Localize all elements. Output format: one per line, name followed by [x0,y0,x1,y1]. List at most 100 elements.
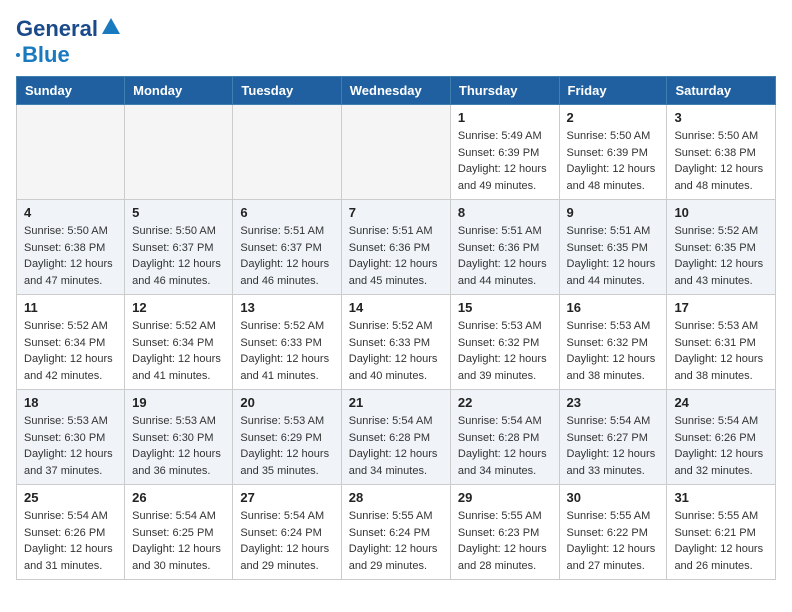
day-number: 30 [567,490,660,505]
day-number: 8 [458,205,552,220]
logo-blue: Blue [22,42,70,68]
logo: General Blue [16,16,120,68]
day-info: Sunrise: 5:55 AM Sunset: 6:21 PM Dayligh… [674,508,768,574]
day-header-monday: Monday [125,77,233,105]
day-info: Sunrise: 5:51 AM Sunset: 6:37 PM Dayligh… [240,223,333,289]
day-header-thursday: Thursday [450,77,559,105]
calendar-cell: 1 Sunrise: 5:49 AM Sunset: 6:39 PM Daylig… [450,105,559,200]
calendar-week-4: 18Sunrise: 5:53 AM Sunset: 6:30 PM Dayli… [17,390,776,485]
day-info: Sunrise: 5:49 AM Sunset: 6:39 PM Dayligh… [458,128,552,194]
day-info: Sunrise: 5:55 AM Sunset: 6:23 PM Dayligh… [458,508,552,574]
calendar-cell [125,105,233,200]
calendar-cell [233,105,341,200]
day-header-tuesday: Tuesday [233,77,341,105]
day-number: 12 [132,300,225,315]
day-info: Sunrise: 5:51 AM Sunset: 6:36 PM Dayligh… [349,223,443,289]
day-number: 6 [240,205,333,220]
day-number: 29 [458,490,552,505]
calendar-cell: 18Sunrise: 5:53 AM Sunset: 6:30 PM Dayli… [17,390,125,485]
calendar-cell: 22 Sunrise: 5:54 AM Sunset: 6:28 PM Dayli… [450,390,559,485]
calendar-cell: 23 Sunrise: 5:54 AM Sunset: 6:27 PM Dayli… [559,390,667,485]
calendar-cell: 27Sunrise: 5:54 AM Sunset: 6:24 PM Dayli… [233,485,341,580]
calendar-cell: 6 Sunrise: 5:51 AM Sunset: 6:37 PM Daylig… [233,200,341,295]
calendar-week-2: 4 Sunrise: 5:50 AM Sunset: 6:38 PM Daylig… [17,200,776,295]
calendar-header-row: SundayMondayTuesdayWednesdayThursdayFrid… [17,77,776,105]
day-number: 23 [567,395,660,410]
day-info: Sunrise: 5:53 AM Sunset: 6:30 PM Dayligh… [24,413,117,479]
day-number: 15 [458,300,552,315]
day-number: 20 [240,395,333,410]
day-number: 3 [674,110,768,125]
day-number: 22 [458,395,552,410]
day-info: Sunrise: 5:55 AM Sunset: 6:24 PM Dayligh… [349,508,443,574]
calendar-cell: 16 Sunrise: 5:53 AM Sunset: 6:32 PM Dayli… [559,295,667,390]
calendar-cell: 31 Sunrise: 5:55 AM Sunset: 6:21 PM Dayli… [667,485,776,580]
logo-general: General [16,16,98,42]
day-info: Sunrise: 5:54 AM Sunset: 6:25 PM Dayligh… [132,508,225,574]
day-number: 24 [674,395,768,410]
day-info: Sunrise: 5:51 AM Sunset: 6:35 PM Dayligh… [567,223,660,289]
day-info: Sunrise: 5:50 AM Sunset: 6:39 PM Dayligh… [567,128,660,194]
day-number: 28 [349,490,443,505]
day-info: Sunrise: 5:50 AM Sunset: 6:38 PM Dayligh… [674,128,768,194]
calendar-cell: 3 Sunrise: 5:50 AM Sunset: 6:38 PM Daylig… [667,105,776,200]
calendar-cell: 24Sunrise: 5:54 AM Sunset: 6:26 PM Dayli… [667,390,776,485]
day-info: Sunrise: 5:50 AM Sunset: 6:37 PM Dayligh… [132,223,225,289]
day-number: 16 [567,300,660,315]
day-header-friday: Friday [559,77,667,105]
day-number: 1 [458,110,552,125]
day-info: Sunrise: 5:52 AM Sunset: 6:35 PM Dayligh… [674,223,768,289]
calendar-week-1: 1 Sunrise: 5:49 AM Sunset: 6:39 PM Daylig… [17,105,776,200]
calendar-cell: 9Sunrise: 5:51 AM Sunset: 6:35 PM Daylig… [559,200,667,295]
calendar-cell: 2 Sunrise: 5:50 AM Sunset: 6:39 PM Daylig… [559,105,667,200]
day-info: Sunrise: 5:52 AM Sunset: 6:33 PM Dayligh… [240,318,333,384]
day-info: Sunrise: 5:53 AM Sunset: 6:32 PM Dayligh… [567,318,660,384]
calendar-cell: 25Sunrise: 5:54 AM Sunset: 6:26 PM Dayli… [17,485,125,580]
day-info: Sunrise: 5:52 AM Sunset: 6:33 PM Dayligh… [349,318,443,384]
calendar-cell: 19Sunrise: 5:53 AM Sunset: 6:30 PM Dayli… [125,390,233,485]
day-number: 7 [349,205,443,220]
day-number: 17 [674,300,768,315]
day-number: 14 [349,300,443,315]
calendar-cell: 26 Sunrise: 5:54 AM Sunset: 6:25 PM Dayli… [125,485,233,580]
day-number: 21 [349,395,443,410]
calendar-cell: 11Sunrise: 5:52 AM Sunset: 6:34 PM Dayli… [17,295,125,390]
calendar-cell: 17 Sunrise: 5:53 AM Sunset: 6:31 PM Dayli… [667,295,776,390]
day-header-wednesday: Wednesday [341,77,450,105]
calendar-cell: 10Sunrise: 5:52 AM Sunset: 6:35 PM Dayli… [667,200,776,295]
calendar-cell: 28 Sunrise: 5:55 AM Sunset: 6:24 PM Dayli… [341,485,450,580]
day-info: Sunrise: 5:51 AM Sunset: 6:36 PM Dayligh… [458,223,552,289]
calendar-week-3: 11 Sunrise: 5:52 AM Sunset: 6:34 PM Dayli… [17,295,776,390]
calendar-cell: 8 Sunrise: 5:51 AM Sunset: 6:36 PM Daylig… [450,200,559,295]
calendar-cell: 14 Sunrise: 5:52 AM Sunset: 6:33 PM Dayli… [341,295,450,390]
day-info: Sunrise: 5:50 AM Sunset: 6:38 PM Dayligh… [24,223,117,289]
calendar-cell: 5Sunrise: 5:50 AM Sunset: 6:37 PM Daylig… [125,200,233,295]
day-number: 11 [24,300,117,315]
calendar-cell [17,105,125,200]
day-info: Sunrise: 5:54 AM Sunset: 6:28 PM Dayligh… [458,413,552,479]
day-number: 26 [132,490,225,505]
day-number: 13 [240,300,333,315]
day-header-sunday: Sunday [17,77,125,105]
day-number: 25 [24,490,117,505]
day-info: Sunrise: 5:52 AM Sunset: 6:34 PM Dayligh… [132,318,225,384]
day-number: 27 [240,490,333,505]
day-number: 2 [567,110,660,125]
day-info: Sunrise: 5:54 AM Sunset: 6:27 PM Dayligh… [567,413,660,479]
header: General Blue [16,16,776,68]
day-header-saturday: Saturday [667,77,776,105]
day-info: Sunrise: 5:53 AM Sunset: 6:29 PM Dayligh… [240,413,333,479]
day-info: Sunrise: 5:55 AM Sunset: 6:22 PM Dayligh… [567,508,660,574]
calendar-cell [341,105,450,200]
day-info: Sunrise: 5:53 AM Sunset: 6:30 PM Dayligh… [132,413,225,479]
calendar-cell: 21Sunrise: 5:54 AM Sunset: 6:28 PM Dayli… [341,390,450,485]
calendar-cell: 29 Sunrise: 5:55 AM Sunset: 6:23 PM Dayli… [450,485,559,580]
calendar-week-5: 25Sunrise: 5:54 AM Sunset: 6:26 PM Dayli… [17,485,776,580]
day-info: Sunrise: 5:53 AM Sunset: 6:31 PM Dayligh… [674,318,768,384]
day-number: 4 [24,205,117,220]
day-number: 31 [674,490,768,505]
day-info: Sunrise: 5:53 AM Sunset: 6:32 PM Dayligh… [458,318,552,384]
calendar-cell: 30 Sunrise: 5:55 AM Sunset: 6:22 PM Dayli… [559,485,667,580]
calendar-cell: 15 Sunrise: 5:53 AM Sunset: 6:32 PM Dayli… [450,295,559,390]
logo-triangle-icon [102,18,120,36]
